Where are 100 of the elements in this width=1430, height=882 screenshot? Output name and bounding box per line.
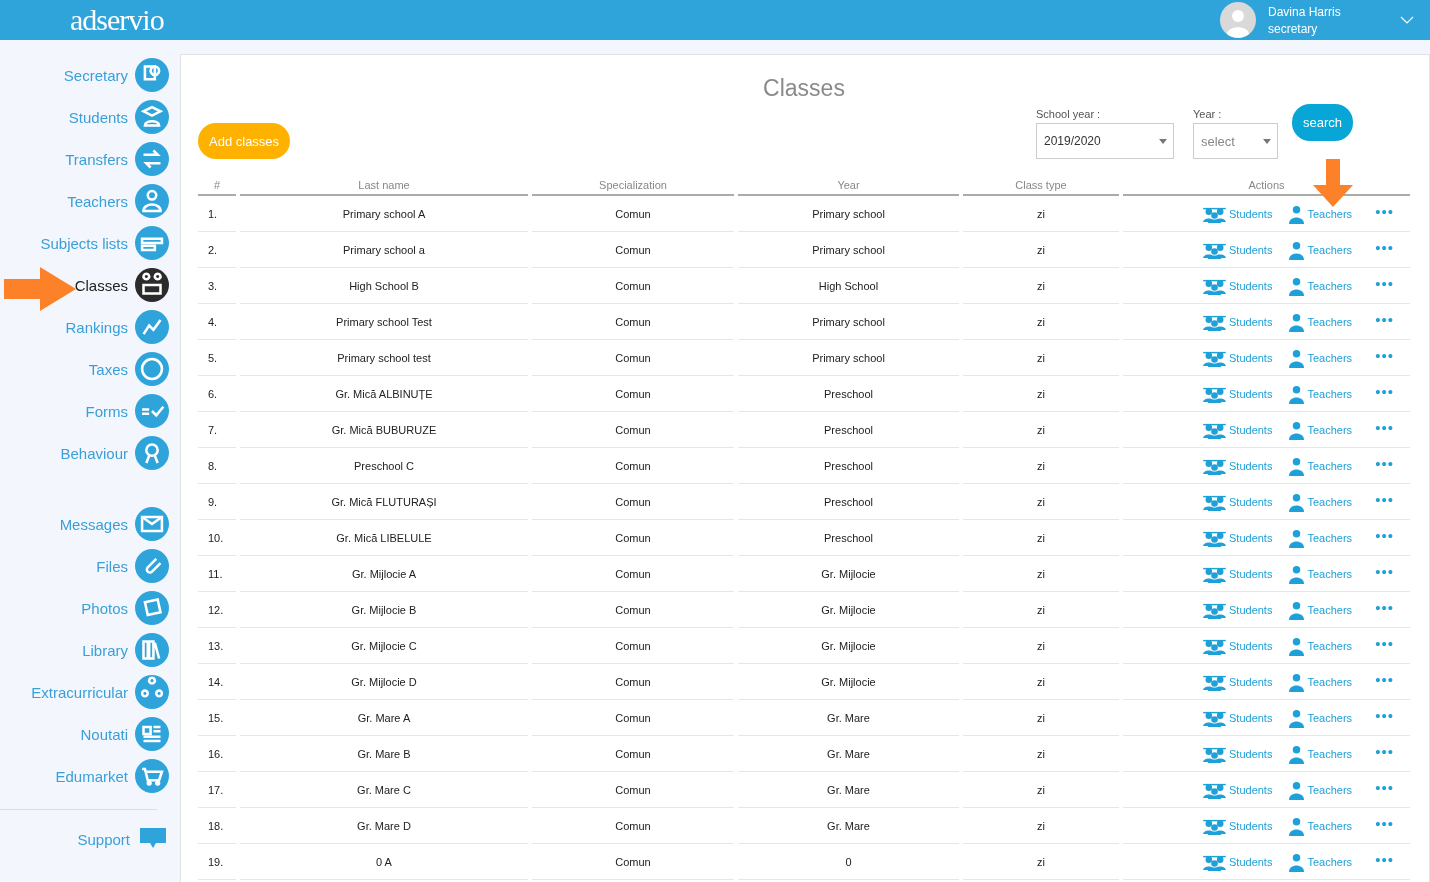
- more-button[interactable]: •••: [1375, 671, 1394, 689]
- more-button[interactable]: •••: [1375, 347, 1394, 365]
- more-button[interactable]: •••: [1375, 779, 1394, 797]
- students-link[interactable]: Students: [1229, 820, 1273, 833]
- students-link[interactable]: Students: [1229, 244, 1273, 257]
- students-link[interactable]: Students: [1229, 424, 1273, 437]
- teachers-link[interactable]: Teachers: [1307, 496, 1353, 509]
- search-button[interactable]: search: [1291, 104, 1353, 141]
- teacher-icon[interactable]: [1289, 204, 1305, 224]
- nav-link[interactable]: Messages: [59, 515, 128, 533]
- students-icon[interactable]: [1203, 421, 1226, 439]
- students-icon[interactable]: [1203, 817, 1226, 835]
- more-button[interactable]: •••: [1375, 455, 1394, 473]
- teacher-icon[interactable]: [1289, 816, 1305, 836]
- chevron-down-icon[interactable]: [1400, 16, 1414, 24]
- teacher-icon[interactable]: [1289, 240, 1305, 260]
- students-link[interactable]: Students: [1229, 568, 1273, 581]
- teachers-link[interactable]: Teachers: [1307, 280, 1353, 293]
- nav-link[interactable]: Library: [82, 641, 128, 659]
- teachers-link[interactable]: Teachers: [1307, 244, 1353, 257]
- students-link[interactable]: Students: [1229, 208, 1273, 221]
- teachers-link[interactable]: Teachers: [1307, 424, 1353, 437]
- teachers-link[interactable]: Teachers: [1307, 784, 1353, 797]
- students-icon[interactable]: [1203, 565, 1226, 583]
- more-button[interactable]: •••: [1375, 203, 1394, 221]
- students-icon[interactable]: [1203, 673, 1226, 691]
- teachers-link[interactable]: Teachers: [1307, 460, 1353, 473]
- students-link[interactable]: Students: [1229, 316, 1273, 329]
- nav-link[interactable]: Edumarket: [55, 767, 128, 785]
- teachers-link[interactable]: Teachers: [1307, 316, 1353, 329]
- students-link[interactable]: Students: [1229, 676, 1273, 689]
- students-link[interactable]: Students: [1229, 388, 1273, 401]
- more-button[interactable]: •••: [1375, 311, 1394, 329]
- more-button[interactable]: •••: [1375, 707, 1394, 725]
- more-button[interactable]: •••: [1375, 563, 1394, 581]
- teacher-icon[interactable]: [1289, 744, 1305, 764]
- teachers-link[interactable]: Teachers: [1307, 568, 1353, 581]
- students-link[interactable]: Students: [1229, 280, 1273, 293]
- teachers-link[interactable]: Teachers: [1307, 640, 1353, 653]
- teacher-icon[interactable]: [1289, 852, 1305, 872]
- teachers-link[interactable]: Teachers: [1307, 676, 1353, 689]
- students-icon[interactable]: [1203, 601, 1226, 619]
- nav-icon[interactable]: [135, 268, 169, 302]
- teacher-icon[interactable]: [1289, 312, 1305, 332]
- caret-down-icon[interactable]: [1262, 138, 1271, 144]
- more-button[interactable]: •••: [1375, 851, 1394, 869]
- more-button[interactable]: •••: [1375, 491, 1394, 509]
- students-icon[interactable]: [1203, 457, 1226, 475]
- teacher-icon[interactable]: [1289, 420, 1305, 440]
- teachers-link[interactable]: Teachers: [1307, 208, 1353, 221]
- more-button[interactable]: •••: [1375, 239, 1394, 257]
- students-icon[interactable]: [1203, 385, 1226, 403]
- nav-link[interactable]: Students: [68, 108, 128, 126]
- students-icon[interactable]: [1203, 241, 1226, 259]
- add-classes-button[interactable]: Add classes: [198, 123, 291, 159]
- teacher-icon[interactable]: [1289, 276, 1305, 296]
- nav-link[interactable]: Transfers: [65, 150, 128, 168]
- nav-link[interactable]: Behaviour: [60, 444, 128, 462]
- more-button[interactable]: •••: [1375, 743, 1394, 761]
- caret-down-icon[interactable]: [1158, 138, 1167, 144]
- students-link[interactable]: Students: [1229, 784, 1273, 797]
- teacher-icon[interactable]: [1289, 672, 1305, 692]
- students-icon[interactable]: [1203, 637, 1226, 655]
- nav-link[interactable]: Teachers: [67, 192, 128, 210]
- teachers-link[interactable]: Teachers: [1307, 388, 1353, 401]
- nav-link[interactable]: Files: [96, 557, 128, 575]
- avatar-icon[interactable]: [1220, 2, 1256, 38]
- students-link[interactable]: Students: [1229, 532, 1273, 545]
- more-button[interactable]: •••: [1375, 635, 1394, 653]
- teacher-icon[interactable]: [1289, 780, 1305, 800]
- students-icon[interactable]: [1203, 205, 1226, 223]
- teachers-link[interactable]: Teachers: [1307, 532, 1353, 545]
- students-icon[interactable]: [1203, 313, 1226, 331]
- teacher-icon[interactable]: [1289, 600, 1305, 620]
- students-link[interactable]: Students: [1229, 640, 1273, 653]
- nav-link[interactable]: Subjects lists: [40, 234, 128, 252]
- students-icon[interactable]: [1203, 709, 1226, 727]
- nav-link[interactable]: Secretary: [63, 66, 128, 84]
- select-field[interactable]: select: [1192, 123, 1278, 159]
- nav-link[interactable]: Extracurricular: [31, 683, 128, 701]
- students-link[interactable]: Students: [1229, 460, 1273, 473]
- more-button[interactable]: •••: [1375, 419, 1394, 437]
- support-link[interactable]: Support: [77, 830, 130, 848]
- more-button[interactable]: •••: [1375, 815, 1394, 833]
- teacher-icon[interactable]: [1289, 384, 1305, 404]
- teacher-icon[interactable]: [1289, 348, 1305, 368]
- students-icon[interactable]: [1203, 781, 1226, 799]
- more-button[interactable]: •••: [1375, 275, 1394, 293]
- nav-link[interactable]: Taxes: [88, 360, 128, 378]
- students-icon[interactable]: [1203, 277, 1226, 295]
- students-link[interactable]: Students: [1229, 352, 1273, 365]
- teachers-link[interactable]: Teachers: [1307, 748, 1353, 761]
- teachers-link[interactable]: Teachers: [1307, 820, 1353, 833]
- teacher-icon[interactable]: [1289, 492, 1305, 512]
- teacher-icon[interactable]: [1289, 456, 1305, 476]
- nav-link[interactable]: Noutati: [80, 725, 128, 743]
- more-button[interactable]: •••: [1375, 527, 1394, 545]
- students-icon[interactable]: [1203, 349, 1226, 367]
- students-icon[interactable]: [1203, 493, 1226, 511]
- students-icon[interactable]: [1203, 529, 1226, 547]
